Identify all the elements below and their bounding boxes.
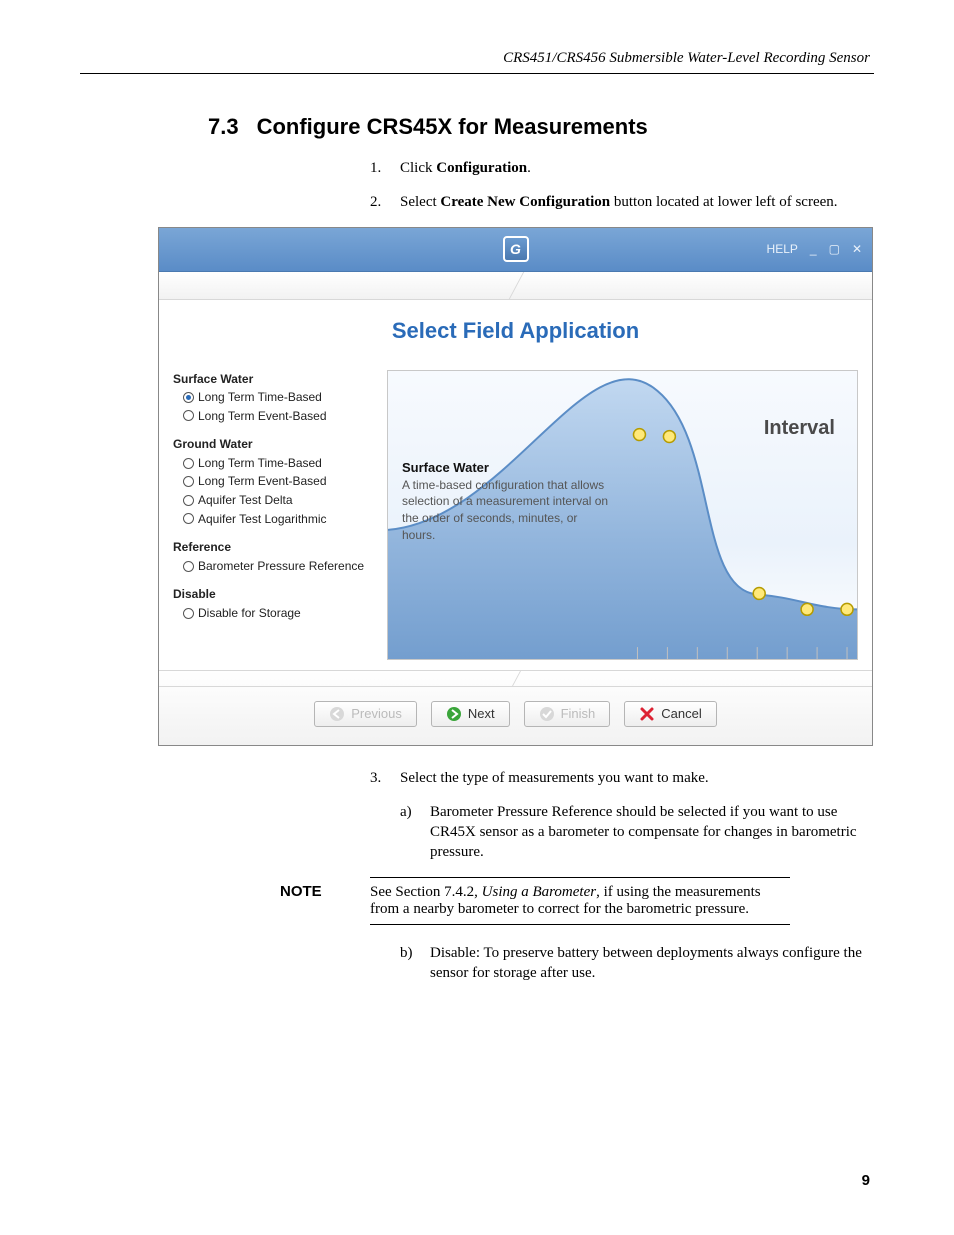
radio-icon	[183, 392, 194, 403]
running-header: CRS451/CRS456 Submersible Water-Level Re…	[80, 50, 874, 74]
minimize-icon[interactable]: _	[810, 242, 817, 256]
step-3a: a) Barometer Pressure Reference should b…	[400, 802, 874, 863]
section-number: 7.3	[208, 114, 239, 139]
radio-icon	[183, 410, 194, 421]
step-1-marker: 1.	[370, 158, 400, 178]
radio-surface-event[interactable]: Long Term Event-Based	[173, 407, 373, 426]
cancel-button[interactable]: Cancel	[624, 701, 716, 727]
next-icon	[446, 706, 462, 722]
previous-button[interactable]: Previous	[314, 701, 417, 727]
radio-barometer-ref[interactable]: Barometer Pressure Reference	[173, 557, 373, 576]
wizard-footer: Previous Next Finish	[159, 670, 872, 745]
radio-icon	[183, 458, 194, 469]
section-heading: 7.3 Configure CRS45X for Measurements	[208, 114, 874, 140]
description-body: A time-based configuration that allows s…	[402, 478, 608, 542]
step-1-text: Click Configuration.	[400, 158, 531, 178]
radio-disable-storage[interactable]: Disable for Storage	[173, 604, 373, 623]
note-label: NOTE	[280, 877, 370, 925]
radio-aquifer-delta[interactable]: Aquifer Test Delta	[173, 491, 373, 510]
app-tabstrip	[159, 272, 872, 300]
radio-ground-event[interactable]: Long Term Event-Based	[173, 472, 373, 491]
finish-icon	[539, 706, 555, 722]
radio-icon	[183, 513, 194, 524]
page-number: 9	[862, 1172, 870, 1189]
group-disable: Disable	[173, 585, 373, 604]
finish-button[interactable]: Finish	[524, 701, 611, 727]
note-block: NOTE See Section 7.4.2, Using a Baromete…	[280, 877, 874, 925]
app-window: G HELP _ ▢ ✕ Select Field Application Su…	[158, 227, 873, 746]
radio-icon	[183, 561, 194, 572]
option-sidebar: Surface Water Long Term Time-Based Long …	[173, 370, 373, 660]
radio-surface-time[interactable]: Long Term Time-Based	[173, 388, 373, 407]
step-2-marker: 2.	[370, 192, 400, 212]
interval-label: Interval	[764, 417, 835, 440]
previous-icon	[329, 706, 345, 722]
step-3: 3. Select the type of measurements you w…	[370, 768, 874, 788]
description-box: Surface Water A time-based configuration…	[402, 459, 612, 544]
step-3a-marker: a)	[400, 802, 430, 863]
preview-panel: Interval Surface Water A time-based conf…	[387, 370, 858, 660]
app-titlebar: G HELP _ ▢ ✕	[159, 228, 872, 272]
step-2-text: Select Create New Configuration button l…	[400, 192, 838, 212]
radio-icon	[183, 608, 194, 619]
cancel-icon	[639, 706, 655, 722]
description-head: Surface Water	[402, 460, 489, 475]
step-2: 2. Select Create New Configuration butto…	[370, 192, 874, 212]
step-3-text: Select the type of measurements you want…	[400, 768, 709, 788]
radio-ground-time[interactable]: Long Term Time-Based	[173, 454, 373, 473]
group-ground-water: Ground Water	[173, 435, 373, 454]
step-3b: b) Disable: To preserve battery between …	[400, 943, 874, 984]
step-3b-text: Disable: To preserve battery between dep…	[430, 943, 874, 984]
radio-icon	[183, 476, 194, 487]
radio-aquifer-log[interactable]: Aquifer Test Logarithmic	[173, 510, 373, 529]
close-icon[interactable]: ✕	[852, 242, 862, 256]
step-3-marker: 3.	[370, 768, 400, 788]
group-reference: Reference	[173, 538, 373, 557]
section-title: Configure CRS45X for Measurements	[257, 114, 648, 139]
next-button[interactable]: Next	[431, 701, 510, 727]
wizard-heading: Select Field Application	[159, 300, 872, 370]
radio-icon	[183, 495, 194, 506]
step-3b-marker: b)	[400, 943, 430, 984]
note-body: See Section 7.4.2, Using a Barometer, if…	[370, 877, 790, 925]
app-logo-icon: G	[503, 236, 529, 262]
maximize-icon[interactable]: ▢	[829, 242, 840, 256]
step-1: 1. Click Configuration.	[370, 158, 874, 178]
group-surface-water: Surface Water	[173, 370, 373, 389]
help-link[interactable]: HELP	[767, 242, 798, 256]
step-3a-text: Barometer Pressure Reference should be s…	[430, 802, 874, 863]
